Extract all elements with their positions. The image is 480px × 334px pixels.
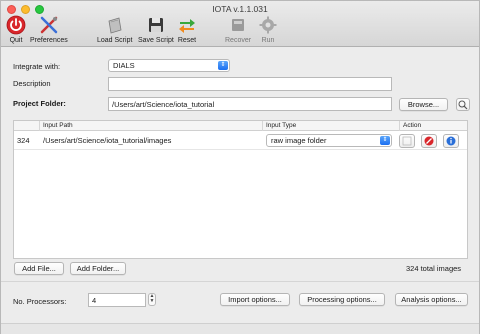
quit-icon (6, 15, 26, 35)
input-type-select[interactable]: raw image folder ⇕ (266, 134, 392, 147)
project-folder-label: Project Folder: (13, 99, 66, 108)
reset-label: Reset (177, 37, 197, 44)
quit-button[interactable]: Quit (6, 15, 26, 44)
row-image-count: 324 (17, 136, 30, 145)
recover-label: Recover (225, 37, 252, 44)
project-folder-field[interactable]: /Users/art/Science/iota_tutorial (108, 97, 392, 111)
status-bar (1, 323, 479, 334)
save-script-button[interactable]: Save Script (138, 15, 174, 44)
delete-row-button[interactable] (421, 134, 437, 148)
preferences-icon (39, 15, 59, 35)
import-options-button[interactable]: Import options... (220, 293, 290, 306)
browse-button[interactable]: Browse... (399, 98, 448, 111)
analysis-options-button[interactable]: Analysis options... (395, 293, 468, 306)
reset-button[interactable]: Reset (177, 15, 197, 44)
info-icon (446, 136, 456, 146)
view-images-button[interactable] (399, 134, 415, 148)
recover-icon (228, 15, 248, 35)
updown-chevron-icon: ⇕ (380, 136, 390, 145)
input-table: Input Path Input Type Action 324 /Users/… (13, 120, 468, 259)
processors-stepper[interactable]: ▲ ▼ (148, 293, 156, 306)
delete-icon (424, 136, 434, 146)
view-icon (402, 136, 412, 146)
window-title: IOTA v.1.1.031 (212, 4, 268, 14)
integrate-with-label: Integrate with: (13, 62, 61, 71)
run-label: Run (261, 37, 275, 44)
column-header-input-path[interactable]: Input Path (40, 121, 263, 131)
column-header-count (14, 121, 40, 131)
gear-icon (258, 15, 278, 35)
row-input-path: /Users/art/Science/iota_tutorial/images (43, 136, 172, 145)
save-script-label: Save Script (138, 37, 174, 44)
preferences-button[interactable]: Preferences (30, 15, 68, 44)
add-folder-button[interactable]: Add Folder... (70, 262, 126, 275)
info-button[interactable] (443, 134, 459, 148)
table-row[interactable]: 324 /Users/art/Science/iota_tutorial/ima… (14, 132, 467, 150)
floppy-disk-icon (146, 15, 166, 35)
column-header-input-type[interactable]: Input Type (263, 121, 400, 131)
reset-arrows-icon (177, 15, 197, 35)
title-bar: IOTA v.1.1.031 Quit Preferences Load Scr… (1, 1, 479, 47)
divider (1, 281, 479, 282)
total-images-status: 324 total images (406, 264, 462, 273)
iota-main-window: IOTA v.1.1.031 Quit Preferences Load Scr… (0, 0, 480, 334)
load-script-button[interactable]: Load Script (97, 15, 132, 44)
input-type-value: raw image folder (271, 136, 327, 145)
recover-button[interactable]: Recover (225, 15, 251, 44)
stepper-down-icon[interactable]: ▼ (149, 299, 155, 304)
integrate-with-select[interactable]: DIALS ⇕ (108, 59, 230, 72)
description-label: Description (13, 79, 51, 88)
processors-field[interactable]: 4 (88, 293, 146, 307)
load-script-icon (105, 15, 125, 35)
magnifier-icon (458, 100, 468, 110)
quit-label: Quit (9, 37, 23, 44)
description-field[interactable] (108, 77, 392, 91)
column-header-action[interactable]: Action (400, 121, 467, 131)
run-button[interactable]: Run (258, 15, 278, 44)
search-button[interactable] (456, 98, 470, 111)
processors-label: No. Processors: (13, 297, 67, 306)
preferences-label: Preferences (30, 37, 68, 44)
add-file-button[interactable]: Add File... (14, 262, 64, 275)
updown-chevron-icon: ⇕ (218, 61, 228, 70)
table-header: Input Path Input Type Action (14, 121, 467, 131)
processing-options-button[interactable]: Processing options... (299, 293, 385, 306)
load-script-label: Load Script (97, 37, 133, 44)
integrate-with-value: DIALS (113, 61, 135, 70)
